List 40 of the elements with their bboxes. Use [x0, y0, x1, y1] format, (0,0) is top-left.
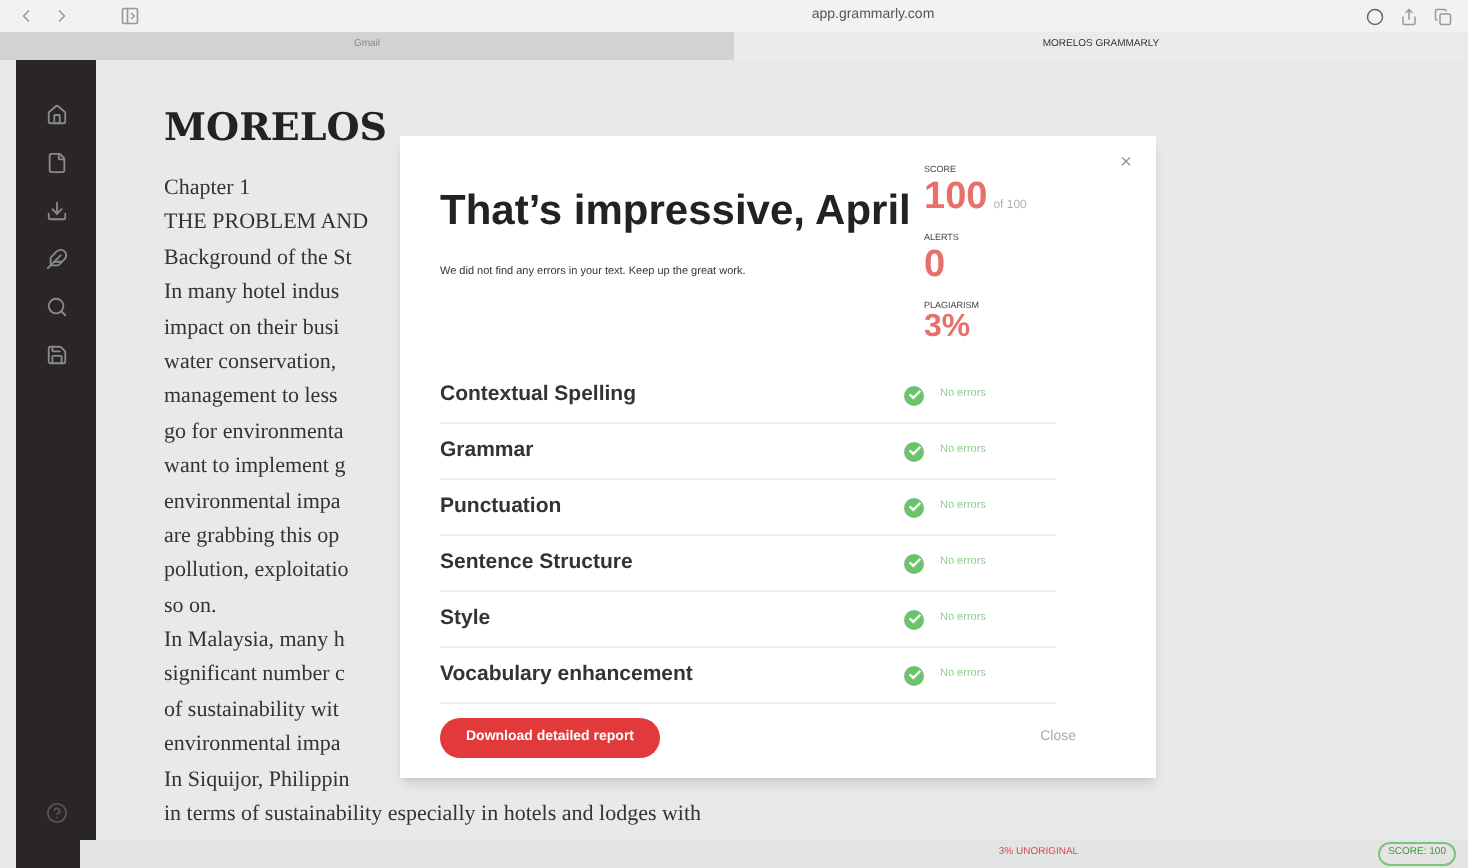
- document-line: environmental impa: [164, 487, 341, 518]
- alerts-value: 0: [924, 245, 946, 283]
- score-value: 100: [924, 177, 988, 216]
- document-line: In many hotel indus: [164, 278, 340, 309]
- home-icon[interactable]: [45, 104, 67, 126]
- document-line: pollution, exploitatio: [164, 556, 349, 587]
- document-line: environmental impa: [164, 730, 341, 761]
- check-name: Contextual Spelling: [440, 379, 639, 410]
- search-icon[interactable]: [45, 296, 67, 318]
- document-line: Background of the St: [164, 243, 352, 274]
- save-icon[interactable]: [45, 344, 67, 366]
- check-name: Vocabulary enhancement: [440, 659, 695, 690]
- dialog-title: That’s impressive, April: [440, 186, 913, 238]
- document-line: significant number c: [164, 660, 345, 691]
- check-name: Grammar: [440, 435, 536, 466]
- document-line: In Malaysia, many h: [164, 626, 345, 657]
- check-name: Punctuation: [440, 491, 564, 522]
- document-line: are grabbing this op: [164, 521, 340, 552]
- document-line: want to implement g: [164, 452, 346, 483]
- document-line: In Siquijor, Philippin: [164, 765, 350, 796]
- sidebar-icon[interactable]: [120, 6, 140, 26]
- document-line: THE PROBLEM AND: [164, 208, 369, 239]
- tabs-icon[interactable]: [1434, 7, 1452, 25]
- document-line: of sustainability wit: [164, 695, 339, 726]
- document-title: MORELOS: [164, 104, 387, 154]
- document-line: Chapter 1: [164, 174, 251, 204]
- check-name: Style: [440, 603, 493, 634]
- document-line: management to less: [164, 382, 338, 413]
- download-icon[interactable]: [45, 200, 67, 222]
- share-icon[interactable]: [1400, 7, 1418, 25]
- circle-icon[interactable]: [1366, 7, 1384, 25]
- document-icon[interactable]: [45, 152, 67, 174]
- plagiarism-value: 3%: [924, 312, 971, 345]
- document-line: go for environmenta: [164, 417, 344, 448]
- feather-icon[interactable]: [45, 248, 67, 270]
- check-name: Sentence Structure: [440, 547, 635, 578]
- document-line: water conservation,: [164, 347, 337, 378]
- document-line: impact on their busi: [164, 313, 340, 344]
- document-line: so on.: [164, 591, 217, 622]
- document-line: in terms of sustainability especially in hotels and lodges with: [164, 800, 702, 831]
